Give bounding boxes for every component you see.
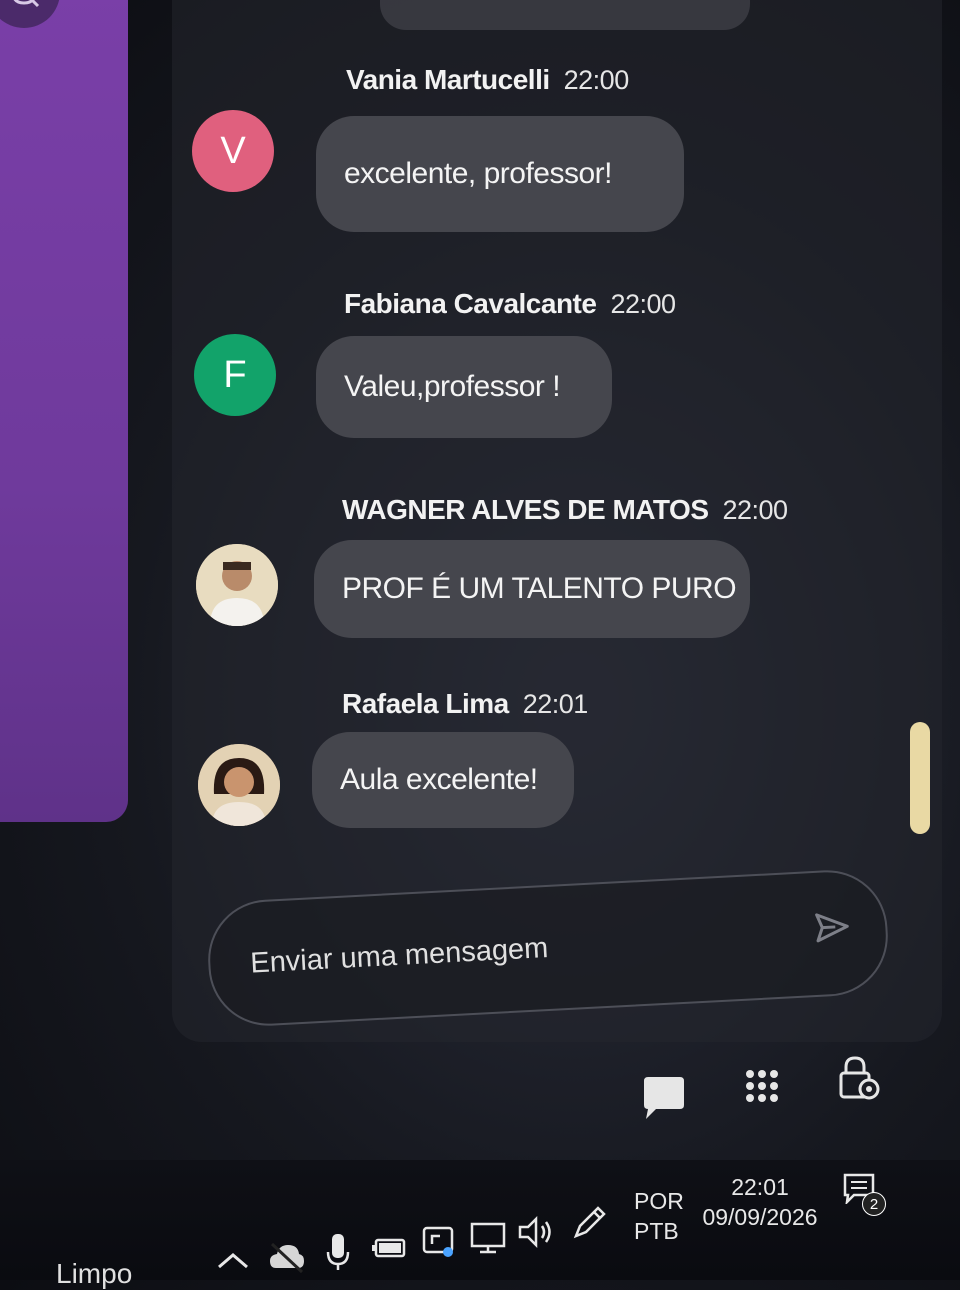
lock-settings-icon[interactable] xyxy=(830,1050,886,1106)
show-hidden-icons-chevron-icon[interactable] xyxy=(216,1250,250,1275)
message-input[interactable] xyxy=(247,913,773,987)
device-status-icon[interactable] xyxy=(420,1224,458,1263)
pen-tools-icon[interactable] xyxy=(570,1202,610,1247)
apps-grid-icon[interactable] xyxy=(734,1058,790,1114)
send-icon[interactable] xyxy=(808,903,856,951)
message-text: Valeu,professor ! xyxy=(344,370,561,403)
message-bubble: Valeu,professor ! xyxy=(316,336,612,438)
input-language-indicator[interactable]: POR PTB xyxy=(634,1186,684,1246)
clock-time: 22:01 xyxy=(731,1174,789,1200)
message-time: 22:00 xyxy=(610,289,676,319)
user-photo-icon xyxy=(196,544,278,626)
microphone-icon[interactable] xyxy=(326,1232,350,1277)
display-monitor-icon[interactable] xyxy=(468,1220,508,1261)
avatar: V xyxy=(192,110,274,192)
avatar-initial: F xyxy=(223,353,247,396)
message-text: PROF É UM TALENTO PURO xyxy=(342,572,737,605)
message-time: 22:00 xyxy=(563,65,630,95)
previous-message-bubble xyxy=(380,0,750,30)
chat-icon[interactable] xyxy=(636,1070,692,1126)
message-text: excelente, professor! xyxy=(344,157,612,190)
message-header: WAGNER ALVES DE MATOS 22:00 xyxy=(342,494,788,526)
desktop-item-label: Limpo xyxy=(56,1258,133,1289)
message-time: 22:00 xyxy=(722,495,789,525)
clock-date: 09/09/2026 xyxy=(702,1204,818,1230)
notification-count-badge: 2 xyxy=(862,1192,886,1216)
language-code: POR xyxy=(634,1188,684,1214)
avatar: F xyxy=(194,334,276,416)
participant-tile xyxy=(0,0,128,822)
message-author: Rafaela Lima xyxy=(342,688,509,719)
chat-scrollbar[interactable] xyxy=(910,722,930,834)
message-bubble: PROF É UM TALENTO PURO xyxy=(314,540,750,638)
mic-muted-icon xyxy=(0,0,60,28)
keyboard-layout: PTB xyxy=(634,1218,679,1244)
message-author: WAGNER ALVES DE MATOS xyxy=(342,494,709,525)
message-header: Rafaela Lima 22:01 xyxy=(342,688,588,720)
message-header: Vania Martucelli 22:00 xyxy=(346,64,629,96)
clock[interactable]: 22:01 09/09/2026 xyxy=(700,1172,820,1232)
message-bubble: Aula excelente! xyxy=(312,732,574,828)
battery-icon[interactable] xyxy=(370,1232,408,1267)
avatar xyxy=(196,544,278,626)
message-bubble: excelente, professor! xyxy=(316,116,684,232)
message-author: Fabiana Cavalcante xyxy=(344,288,597,319)
avatar xyxy=(198,744,280,826)
message-text: Aula excelente! xyxy=(340,763,538,796)
message-header: Fabiana Cavalcante 22:00 xyxy=(344,288,676,320)
user-photo-icon xyxy=(198,744,280,826)
avatar-initial: V xyxy=(220,129,246,172)
network-cloud-icon[interactable] xyxy=(268,1240,306,1279)
volume-icon[interactable] xyxy=(516,1214,556,1255)
message-author: Vania Martucelli xyxy=(346,64,550,95)
message-time: 22:01 xyxy=(522,689,589,719)
